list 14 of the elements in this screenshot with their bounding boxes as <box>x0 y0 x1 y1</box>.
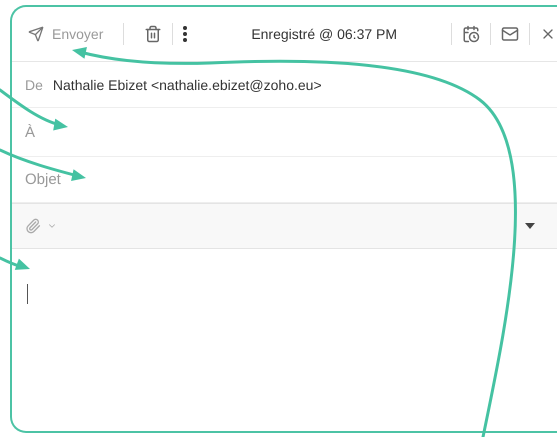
text-cursor <box>27 284 28 304</box>
recipient-field[interactable]: À <box>25 124 557 140</box>
schedule-button[interactable] <box>462 25 480 43</box>
delete-button[interactable] <box>144 25 162 43</box>
subject-field[interactable]: Objet <box>25 171 557 188</box>
sender-address: Nathalie Ebizet <nathalie.ebizet@zoho.eu> <box>52 76 322 92</box>
caret-icon[interactable] <box>525 223 535 229</box>
send-button[interactable]: Envoyer <box>28 26 104 42</box>
more-options-button[interactable] <box>183 26 188 42</box>
saved-status: Enregistré @ 06:37 PM <box>250 26 398 42</box>
from-label: De <box>25 76 43 92</box>
send-icon <box>28 26 44 42</box>
vertical-dots-icon <box>183 26 188 42</box>
mail-options-button[interactable] <box>501 25 519 43</box>
